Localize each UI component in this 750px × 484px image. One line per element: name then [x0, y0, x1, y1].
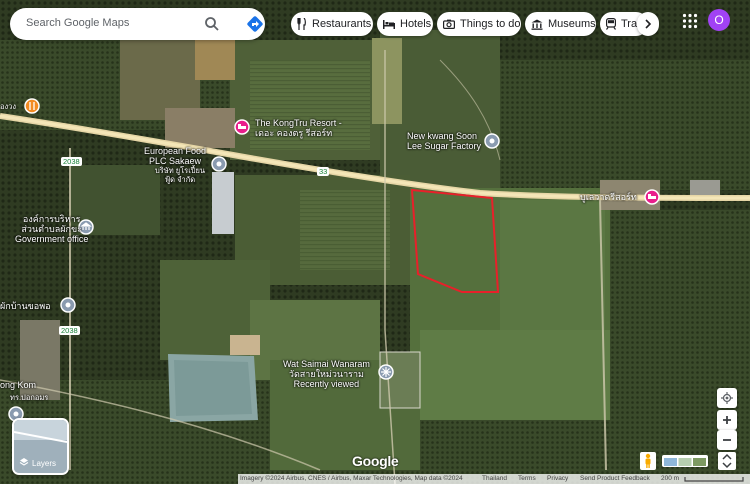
place-name: New kwang Soon	[407, 131, 478, 141]
search-box[interactable]: Search Google Maps	[10, 8, 265, 40]
highlighted-area-outline	[410, 188, 500, 293]
layers-button[interactable]: Layers	[12, 418, 69, 475]
expand-toggle-button[interactable]	[718, 452, 736, 470]
pegman-icon	[645, 453, 651, 468]
my-location-button[interactable]	[717, 388, 737, 408]
temple-pin-icon[interactable]	[378, 364, 394, 380]
place-category: Government office	[15, 234, 89, 244]
fork-knife-icon	[297, 18, 306, 30]
search-input[interactable]: Search Google Maps	[26, 17, 129, 29]
place-label-pakban[interactable]: ผักบ้านขอพอ	[0, 301, 51, 311]
place-pin-icon[interactable]	[60, 297, 76, 313]
recently-viewed-tag: Recently viewed	[293, 379, 360, 389]
terms-link[interactable]: Terms	[518, 474, 536, 484]
place-label: องวง	[0, 102, 17, 111]
imagery-attribution: Imagery ©2024 Airbus, CNES / Airbus, Max…	[240, 475, 463, 482]
road-number-2038: 2038	[59, 326, 80, 335]
bed-icon	[383, 20, 395, 29]
place-label-wat-saimai[interactable]: Wat Saimai Wanaram วัดสายใหม่วนาราม Rece…	[283, 359, 370, 389]
place-label-sugar-factory[interactable]: New kwang Soon Lee Sugar Factory	[407, 131, 481, 151]
scale-label[interactable]: 200 m	[661, 474, 679, 484]
zoom-in-button[interactable]	[717, 410, 737, 430]
search-icon[interactable]	[204, 16, 220, 32]
chip-restaurants[interactable]: Restaurants	[291, 12, 373, 36]
place-name-thai: ฟู้ด จำกัด	[164, 175, 196, 184]
place-name: European Food	[144, 146, 207, 156]
chip-label: Hotels	[400, 18, 432, 30]
place-label-european-food-thai: บริษัท ยูโรเปี้ยน ฟู้ด จำกัด	[155, 166, 205, 184]
train-icon	[606, 18, 616, 30]
place-label-resort-right[interactable]: บูเลวาดรีสอร์ท	[580, 192, 637, 202]
plus-icon	[723, 416, 731, 424]
place-name-thai: องค์การบริหาร	[22, 214, 81, 224]
pegman-button[interactable]	[640, 452, 656, 470]
camera-icon	[443, 19, 455, 29]
place-label-government-office[interactable]: องค์การบริหาร ส่วนตำบลผักขะ Government o…	[15, 214, 88, 244]
museum-icon	[531, 19, 543, 30]
chevron-right-icon	[645, 19, 652, 29]
place-name-thai: วัดสายใหม่วนาราม	[288, 369, 364, 379]
place-pin-icon[interactable]	[211, 156, 227, 172]
chip-museums[interactable]: Museums	[525, 12, 596, 36]
region-label: Thailand	[482, 475, 507, 482]
chip-label: Tra	[621, 18, 638, 30]
send-feedback-link[interactable]: Send Product Feedback	[580, 474, 650, 484]
imagery-thumbnail-strip	[664, 458, 706, 466]
place-name-thai: ส่วนตำบลผักขะ	[21, 224, 82, 234]
google-apps-icon[interactable]	[682, 13, 698, 29]
account-avatar[interactable]: O	[708, 9, 730, 31]
road-number-2038: 2038	[61, 157, 82, 166]
place-name-thai: เดอะ คองตรู รีสอร์ท	[255, 128, 333, 138]
place-label-kong-kom[interactable]: ong Kom	[0, 380, 36, 390]
chips-scroll-right-button[interactable]	[637, 12, 659, 36]
minus-icon	[723, 439, 731, 441]
expand-arrows-icon	[722, 453, 732, 469]
place-name: PLC Sakaew	[149, 156, 202, 166]
hotel-pin-icon[interactable]	[644, 189, 660, 205]
imagery-thumbnails[interactable]	[662, 455, 708, 467]
chip-label: Things to do	[460, 18, 521, 30]
road-number-33: 33	[317, 167, 330, 176]
my-location-icon	[721, 392, 733, 404]
directions-icon[interactable]	[246, 15, 264, 33]
place-name: Lee Sugar Factory	[407, 141, 482, 151]
layers-label: Layers	[32, 459, 57, 468]
chip-label: Museums	[548, 18, 596, 30]
place-label-european-food[interactable]: European Food PLC Sakaew	[144, 146, 206, 166]
restaurant-pin-icon[interactable]	[24, 98, 40, 114]
chip-things-to-do[interactable]: Things to do	[437, 12, 521, 36]
place-label-kong-kom-thai: ทร.ปอกอมร	[10, 393, 49, 402]
chip-hotels[interactable]: Hotels	[377, 12, 433, 36]
zoom-out-button[interactable]	[717, 430, 737, 450]
google-logo: Google	[352, 453, 399, 469]
scale-bar	[684, 477, 744, 482]
place-label-kongtru[interactable]: The KongTru Resort - เดอะ คองตรู รีสอร์ท	[255, 118, 342, 138]
satellite-map[interactable]	[0, 0, 750, 484]
place-pin-icon[interactable]	[484, 133, 500, 149]
place-name: The KongTru Resort -	[255, 118, 342, 128]
hotel-pin-icon[interactable]	[234, 119, 250, 135]
map-footer: Imagery ©2024 Airbus, CNES / Airbus, Max…	[238, 474, 750, 484]
chip-label: Restaurants	[312, 18, 372, 30]
layers-icon	[19, 458, 29, 466]
place-name-thai: บริษัท ยูโรเปี้ยน	[155, 166, 206, 175]
place-name: Wat Saimai Wanaram	[283, 359, 370, 369]
privacy-link[interactable]: Privacy	[547, 474, 568, 484]
